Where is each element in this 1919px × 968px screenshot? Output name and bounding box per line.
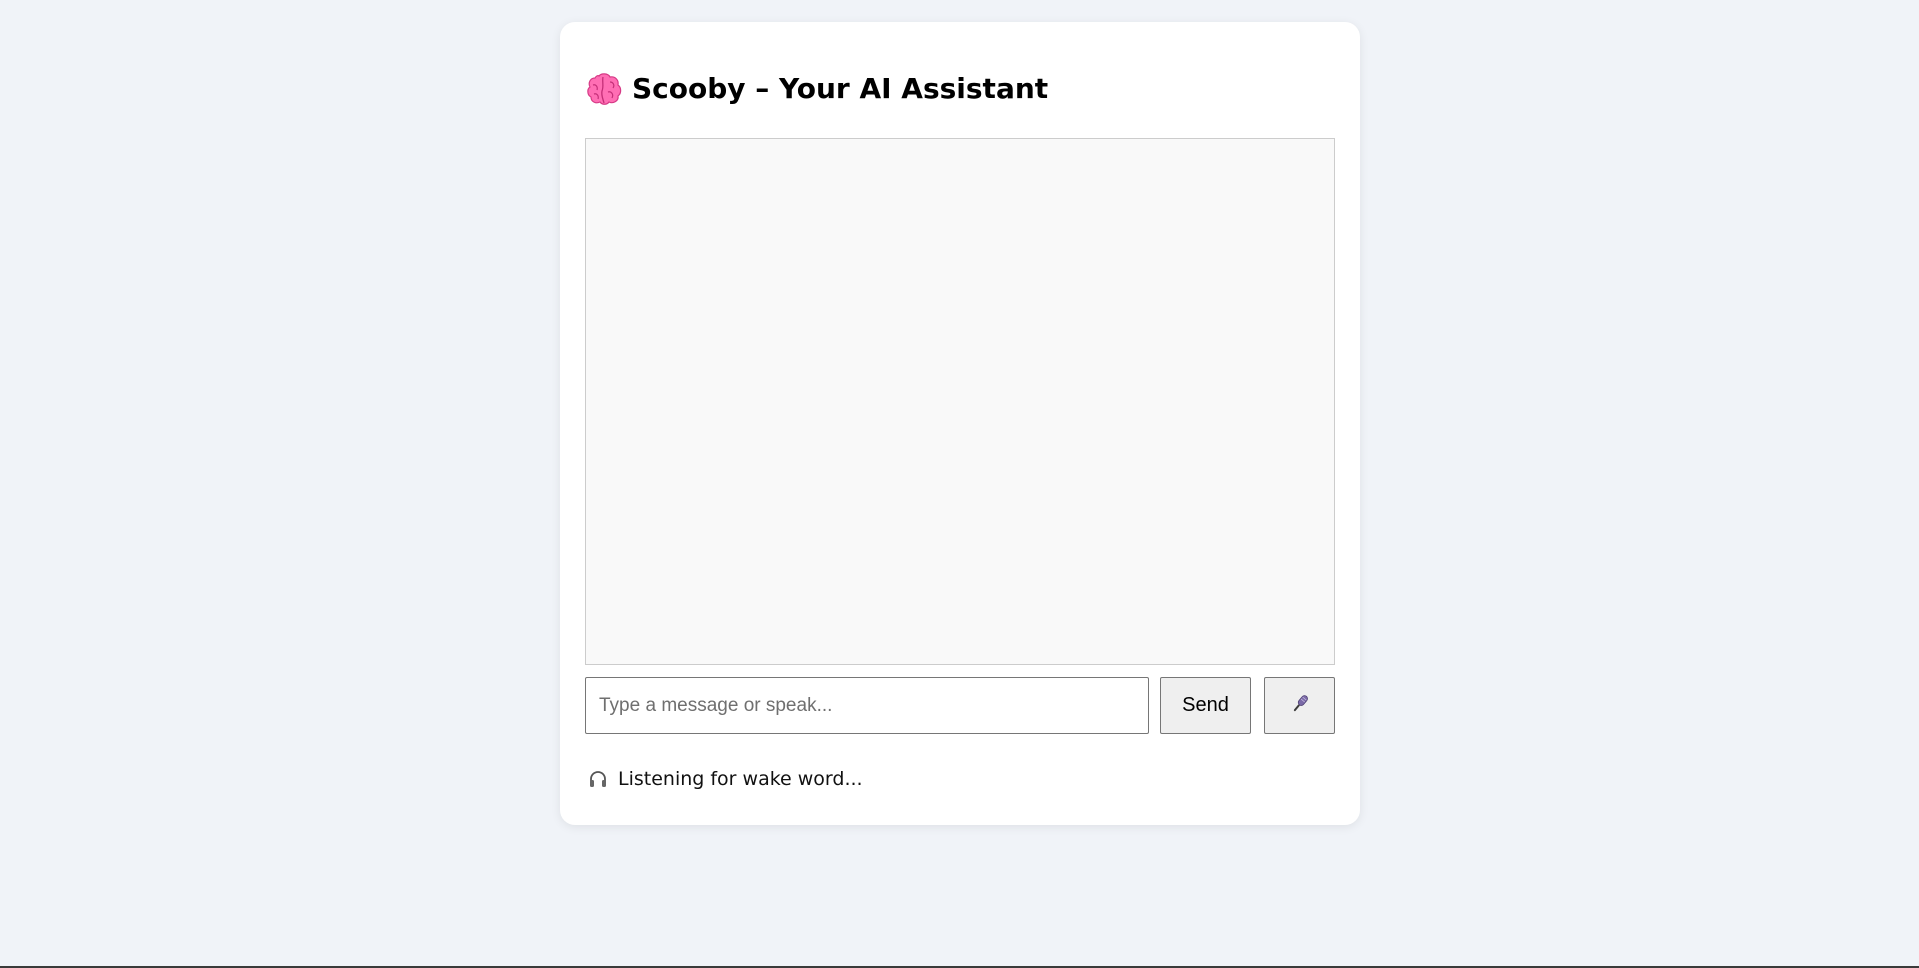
send-button[interactable]: Send <box>1160 677 1251 734</box>
status-indicator: Listening for wake word... <box>588 768 863 790</box>
status-text: Listening for wake word... <box>618 768 863 790</box>
microphone-icon <box>1289 693 1311 718</box>
chat-messages-area[interactable] <box>585 138 1335 665</box>
composer: Send <box>585 677 1335 734</box>
assistant-card: Scooby – Your AI Assistant Send <box>560 22 1360 825</box>
headphones-icon <box>588 769 608 789</box>
brain-icon <box>586 72 622 106</box>
page-title: Scooby – Your AI Assistant <box>586 72 1048 106</box>
message-input[interactable] <box>585 677 1149 734</box>
microphone-button[interactable] <box>1264 677 1335 734</box>
page-title-text: Scooby – Your AI Assistant <box>632 72 1049 105</box>
